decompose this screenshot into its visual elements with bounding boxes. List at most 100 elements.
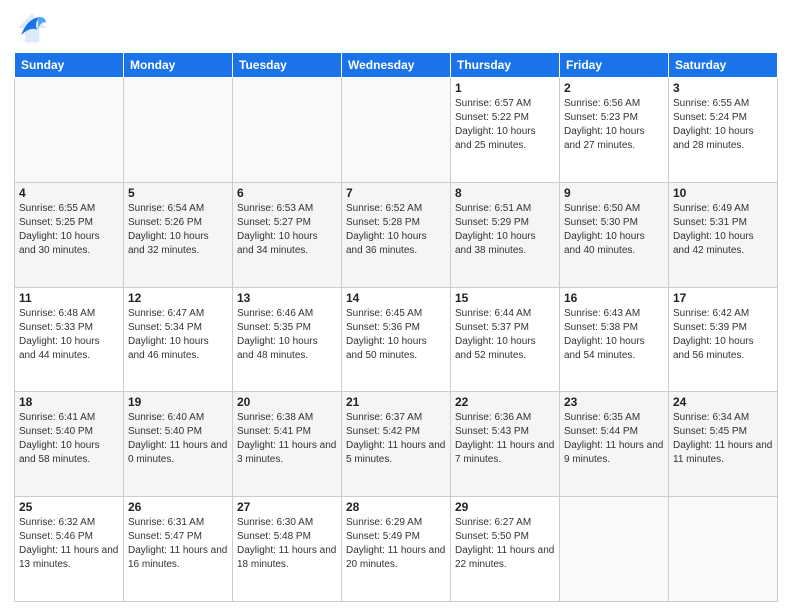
calendar-cell [233,78,342,183]
day-info: Sunrise: 6:43 AM Sunset: 5:38 PM Dayligh… [564,307,664,363]
weekday-header: Sunday [15,53,124,78]
day-info: Sunrise: 6:41 AM Sunset: 5:40 PM Dayligh… [19,411,119,467]
calendar-cell: 9 Sunrise: 6:50 AM Sunset: 5:30 PM Daylig… [560,182,669,287]
day-info: Sunrise: 6:47 AM Sunset: 5:34 PM Dayligh… [128,307,228,363]
day-info: Sunrise: 6:57 AM Sunset: 5:22 PM Dayligh… [455,97,555,153]
day-info: Sunrise: 6:50 AM Sunset: 5:30 PM Dayligh… [564,202,664,258]
calendar: SundayMondayTuesdayWednesdayThursdayFrid… [14,52,778,602]
day-number: 13 [237,291,337,305]
calendar-cell: 28 Sunrise: 6:29 AM Sunset: 5:49 PM Dayli… [342,497,451,602]
calendar-cell: 22 Sunrise: 6:36 AM Sunset: 5:43 PM Dayli… [451,392,560,497]
day-info: Sunrise: 6:31 AM Sunset: 5:47 PM Dayligh… [128,516,228,572]
calendar-cell: 5Sunrise: 6:54 AM Sunset: 5:26 PM Daylig… [124,182,233,287]
day-info: Sunrise: 6:34 AM Sunset: 5:45 PM Dayligh… [673,411,773,467]
calendar-cell: 2 Sunrise: 6:56 AM Sunset: 5:23 PM Daylig… [560,78,669,183]
weekday-header: Tuesday [233,53,342,78]
calendar-cell: 17 Sunrise: 6:42 AM Sunset: 5:39 PM Dayli… [669,287,778,392]
logo [14,10,54,46]
day-info: Sunrise: 6:52 AM Sunset: 5:28 PM Dayligh… [346,202,446,258]
weekday-header: Monday [124,53,233,78]
weekday-header: Saturday [669,53,778,78]
calendar-cell: 27 Sunrise: 6:30 AM Sunset: 5:48 PM Dayli… [233,497,342,602]
day-number: 12 [128,291,228,305]
day-info: Sunrise: 6:29 AM Sunset: 5:49 PM Dayligh… [346,516,446,572]
day-number: 18 [19,395,119,409]
day-number: 8 [455,186,555,200]
weekday-header: Wednesday [342,53,451,78]
day-info: Sunrise: 6:42 AM Sunset: 5:39 PM Dayligh… [673,307,773,363]
calendar-cell: 13 Sunrise: 6:46 AM Sunset: 5:35 PM Dayli… [233,287,342,392]
day-number: 9 [564,186,664,200]
day-number: 14 [346,291,446,305]
calendar-cell: 25 Sunrise: 6:32 AM Sunset: 5:46 PM Dayli… [15,497,124,602]
day-number: 27 [237,500,337,514]
day-number: 17 [673,291,773,305]
day-info: Sunrise: 6:53 AM Sunset: 5:27 PM Dayligh… [237,202,337,258]
calendar-cell: 15 Sunrise: 6:44 AM Sunset: 5:37 PM Dayli… [451,287,560,392]
day-info: Sunrise: 6:38 AM Sunset: 5:41 PM Dayligh… [237,411,337,467]
day-number: 28 [346,500,446,514]
day-info: Sunrise: 6:37 AM Sunset: 5:42 PM Dayligh… [346,411,446,467]
calendar-cell: 18 Sunrise: 6:41 AM Sunset: 5:40 PM Dayli… [15,392,124,497]
day-info: Sunrise: 6:30 AM Sunset: 5:48 PM Dayligh… [237,516,337,572]
day-number: 20 [237,395,337,409]
calendar-cell: 21 Sunrise: 6:37 AM Sunset: 5:42 PM Dayli… [342,392,451,497]
calendar-cell: 12 Sunrise: 6:47 AM Sunset: 5:34 PM Dayli… [124,287,233,392]
calendar-cell: 16 Sunrise: 6:43 AM Sunset: 5:38 PM Dayli… [560,287,669,392]
day-number: 6 [237,186,337,200]
day-number: 16 [564,291,664,305]
day-info: Sunrise: 6:56 AM Sunset: 5:23 PM Dayligh… [564,97,664,153]
day-number: 15 [455,291,555,305]
calendar-cell: 1 Sunrise: 6:57 AM Sunset: 5:22 PM Daylig… [451,78,560,183]
day-number: 2 [564,81,664,95]
day-number: 1 [455,81,555,95]
calendar-cell: 24 Sunrise: 6:34 AM Sunset: 5:45 PM Dayli… [669,392,778,497]
calendar-cell: 6 Sunrise: 6:53 AM Sunset: 5:27 PM Daylig… [233,182,342,287]
calendar-cell: 11 Sunrise: 6:48 AM Sunset: 5:33 PM Dayli… [15,287,124,392]
day-info: Sunrise: 6:32 AM Sunset: 5:46 PM Dayligh… [19,516,119,572]
day-info: Sunrise: 6:27 AM Sunset: 5:50 PM Dayligh… [455,516,555,572]
calendar-cell: 19 Sunrise: 6:40 AM Sunset: 5:40 PM Dayli… [124,392,233,497]
calendar-cell: 4 Sunrise: 6:55 AM Sunset: 5:25 PM Daylig… [15,182,124,287]
calendar-cell: 7 Sunrise: 6:52 AM Sunset: 5:28 PM Daylig… [342,182,451,287]
calendar-cell [560,497,669,602]
day-number: 22 [455,395,555,409]
day-info: Sunrise: 6:55 AM Sunset: 5:24 PM Dayligh… [673,97,773,153]
day-info: Sunrise: 6:44 AM Sunset: 5:37 PM Dayligh… [455,307,555,363]
calendar-cell: 10Sunrise: 6:49 AM Sunset: 5:31 PM Dayli… [669,182,778,287]
calendar-cell: 14 Sunrise: 6:45 AM Sunset: 5:36 PM Dayli… [342,287,451,392]
day-info: Sunrise: 6:35 AM Sunset: 5:44 PM Dayligh… [564,411,664,467]
day-number: 25 [19,500,119,514]
day-info: Sunrise: 6:45 AM Sunset: 5:36 PM Dayligh… [346,307,446,363]
calendar-cell: 26 Sunrise: 6:31 AM Sunset: 5:47 PM Dayli… [124,497,233,602]
calendar-cell: 20 Sunrise: 6:38 AM Sunset: 5:41 PM Dayli… [233,392,342,497]
day-info: Sunrise: 6:51 AM Sunset: 5:29 PM Dayligh… [455,202,555,258]
day-info: Sunrise: 6:36 AM Sunset: 5:43 PM Dayligh… [455,411,555,467]
day-number: 10 [673,186,773,200]
weekday-header: Thursday [451,53,560,78]
calendar-cell [15,78,124,183]
day-number: 4 [19,186,119,200]
calendar-cell [669,497,778,602]
calendar-cell: 3 Sunrise: 6:55 AM Sunset: 5:24 PM Daylig… [669,78,778,183]
calendar-cell [342,78,451,183]
day-number: 21 [346,395,446,409]
day-number: 29 [455,500,555,514]
weekday-header: Friday [560,53,669,78]
day-number: 24 [673,395,773,409]
calendar-cell [124,78,233,183]
day-number: 3 [673,81,773,95]
day-number: 23 [564,395,664,409]
calendar-cell: 23 Sunrise: 6:35 AM Sunset: 5:44 PM Dayli… [560,392,669,497]
day-number: 19 [128,395,228,409]
day-number: 7 [346,186,446,200]
day-info: Sunrise: 6:40 AM Sunset: 5:40 PM Dayligh… [128,411,228,467]
calendar-cell: 29 Sunrise: 6:27 AM Sunset: 5:50 PM Dayli… [451,497,560,602]
day-number: 11 [19,291,119,305]
day-info: Sunrise: 6:55 AM Sunset: 5:25 PM Dayligh… [19,202,119,258]
calendar-cell: 8 Sunrise: 6:51 AM Sunset: 5:29 PM Daylig… [451,182,560,287]
day-number: 26 [128,500,228,514]
day-number: 5 [128,186,228,200]
day-info: Sunrise: 6:48 AM Sunset: 5:33 PM Dayligh… [19,307,119,363]
day-info: Sunrise: 6:46 AM Sunset: 5:35 PM Dayligh… [237,307,337,363]
